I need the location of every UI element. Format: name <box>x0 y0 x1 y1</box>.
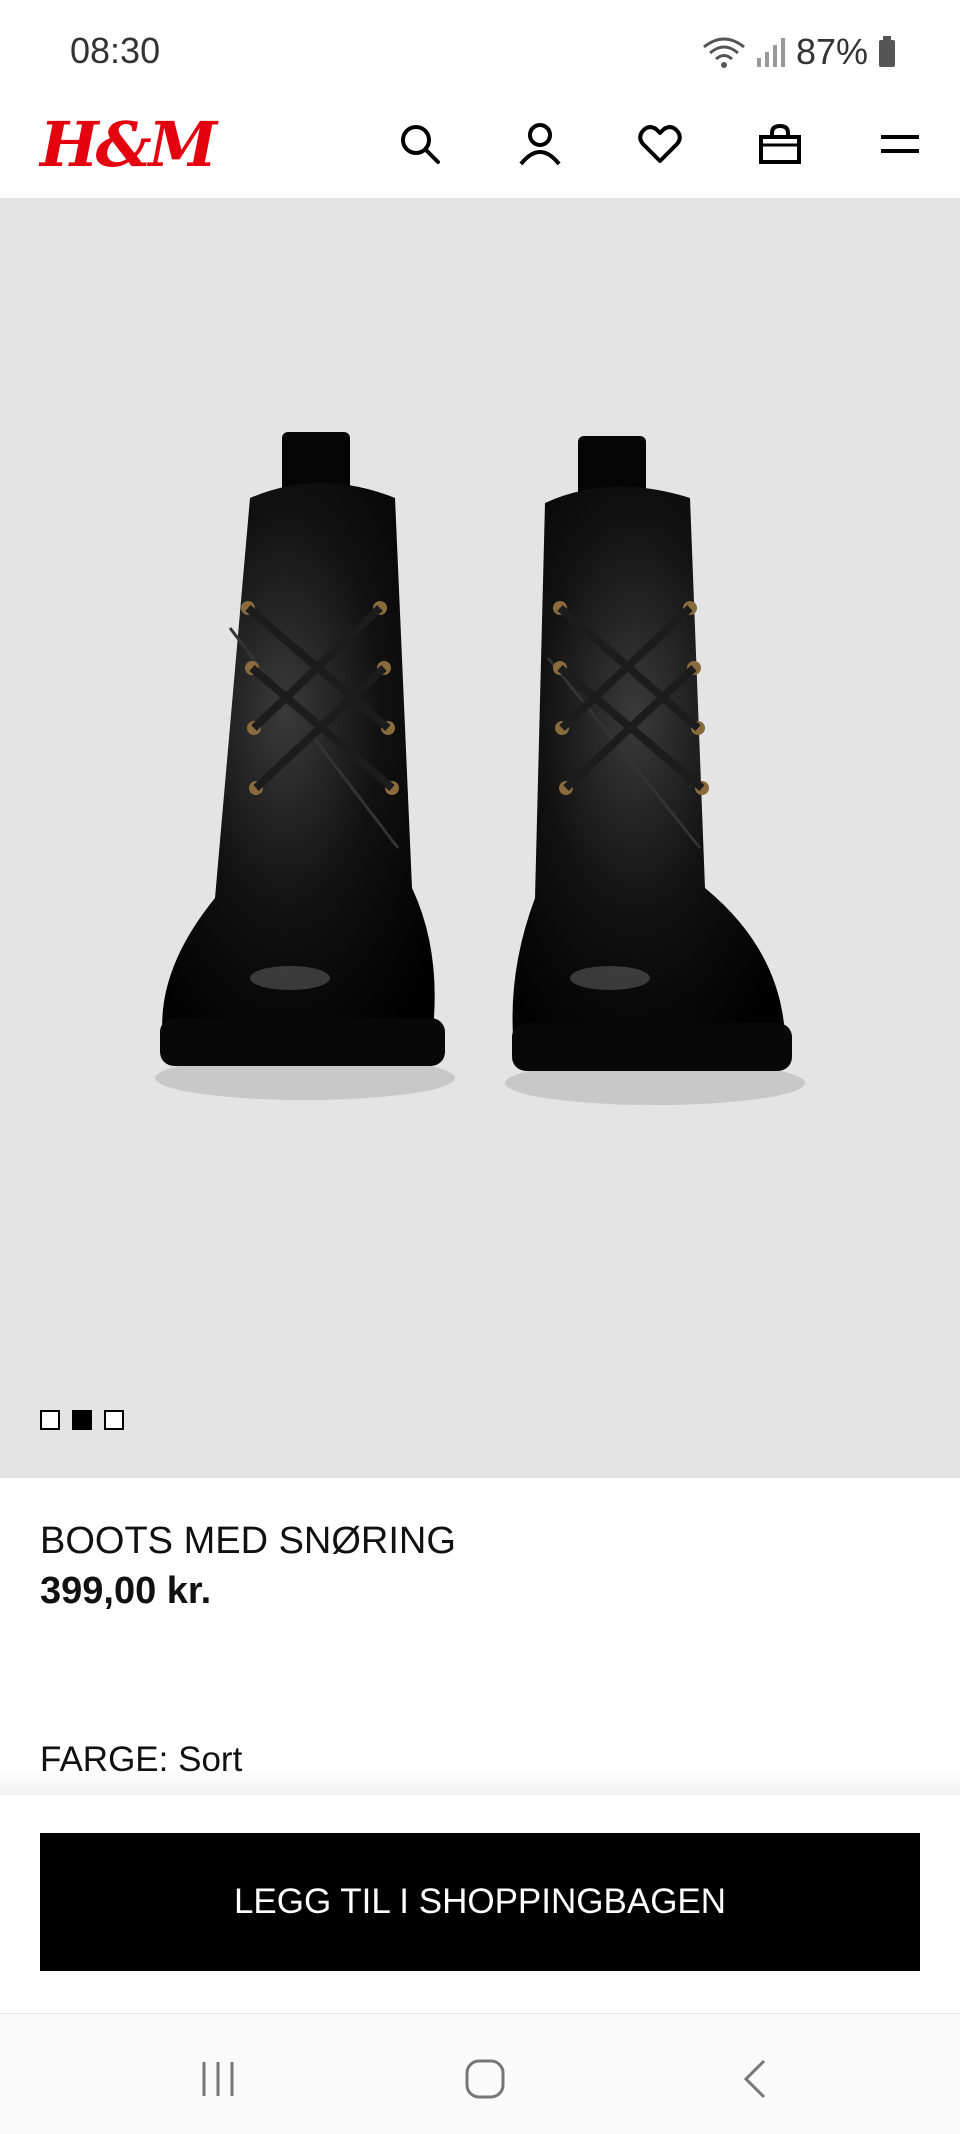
image-pagination <box>40 1410 124 1430</box>
product-title: BOOTS MED SNØRING <box>40 1520 456 1562</box>
status-indicators: 87% <box>702 30 896 74</box>
recent-apps-icon[interactable] <box>183 2044 253 2114</box>
product-price: 399,00 kr. <box>40 1570 212 1612</box>
hm-logo[interactable]: H&M <box>40 108 217 181</box>
status-bar: 08:30 87% <box>0 0 960 100</box>
status-time: 08:30 <box>70 30 161 71</box>
pagination-dot[interactable] <box>40 1410 60 1430</box>
wifi-icon <box>703 37 745 68</box>
boots-image <box>155 432 805 1105</box>
product-image[interactable] <box>0 198 960 1478</box>
add-to-bag-area: LEGG TIL I SHOPPINGBAGEN <box>0 1795 960 2013</box>
menu-icon[interactable] <box>870 114 930 174</box>
back-icon[interactable] <box>720 2044 790 2114</box>
add-to-bag-button[interactable]: LEGG TIL I SHOPPINGBAGEN <box>40 1833 920 1971</box>
pagination-dot[interactable] <box>104 1410 124 1430</box>
bag-icon[interactable] <box>750 114 810 174</box>
search-icon[interactable] <box>390 114 450 174</box>
account-icon[interactable] <box>510 114 570 174</box>
system-nav-bar <box>0 2013 960 2134</box>
site-header: H&M <box>0 100 960 198</box>
scroll-fade <box>0 1770 960 1796</box>
home-icon[interactable] <box>450 2044 520 2114</box>
pagination-dot-active[interactable] <box>72 1410 92 1430</box>
battery-percentage: 87% <box>795 31 868 72</box>
heart-icon[interactable] <box>630 114 690 174</box>
battery-icon <box>879 36 895 67</box>
signal-icon <box>756 38 785 67</box>
